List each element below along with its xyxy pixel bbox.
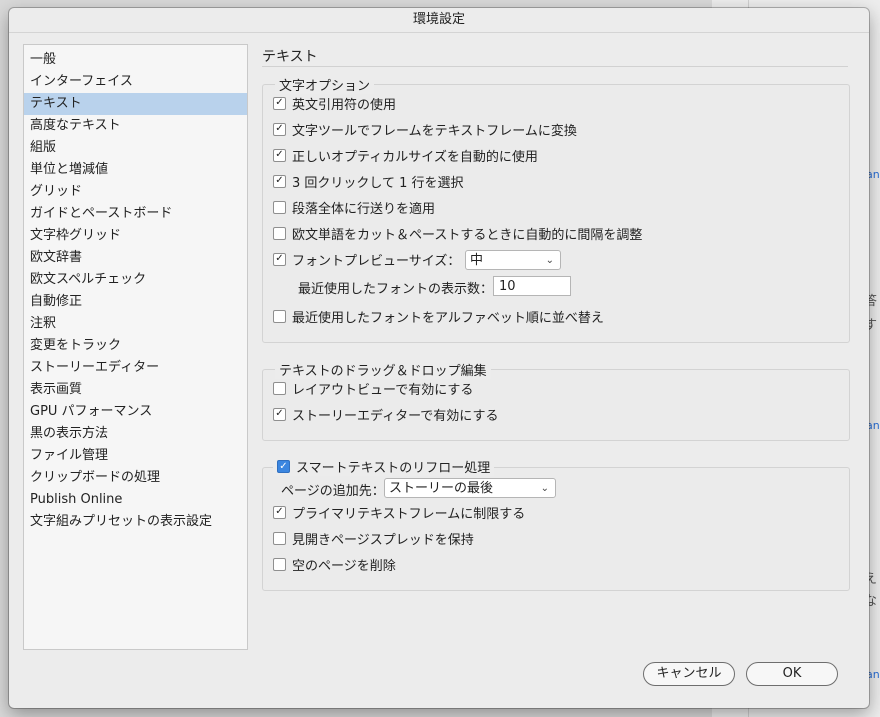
checkbox-checked[interactable]: ✓ <box>273 252 286 266</box>
sidebar-item-gpu-performance[interactable]: GPU パフォーマンス <box>24 401 247 423</box>
recent-fonts-label: 最近使用したフォントの表示数： <box>298 282 494 297</box>
dialog-title: 環境設定 <box>9 8 869 33</box>
delete-empty-pages-label: 空のページを削除 <box>292 558 396 574</box>
sidebar-item-autocorrect[interactable]: 自動修正 <box>24 291 247 313</box>
sidebar-item-appearance-of-black[interactable]: 黒の表示方法 <box>24 423 247 445</box>
drag-drop-layout-view-option[interactable]: レイアウトビューで有効にする <box>273 379 474 398</box>
checkbox-unchecked[interactable] <box>273 200 286 214</box>
delete-empty-pages-option[interactable]: 空のページを削除 <box>273 555 396 574</box>
recent-fonts-count-input[interactable]: 10 <box>493 276 571 296</box>
checkbox-unchecked[interactable] <box>273 557 286 571</box>
checkbox-checked[interactable]: ✓ <box>277 460 290 473</box>
adjust-spacing-option[interactable]: 欧文単語をカット＆ペーストするときに自動的に間隔を調整 <box>273 224 643 243</box>
sidebar-item-spelling[interactable]: 欧文スペルチェック <box>24 269 247 291</box>
preserve-spreads-label: 見開きページスプレッドを保持 <box>292 532 474 548</box>
checkbox-checked[interactable]: ✓ <box>273 148 286 162</box>
checkmark-icon: ✓ <box>279 460 288 472</box>
type-tool-converts-option[interactable]: ✓ 文字ツールでフレームをテキストフレームに変換 <box>273 120 577 139</box>
sidebar-item-dictionary[interactable]: 欧文辞書 <box>24 247 247 269</box>
triple-click-label: 3 回クリックして 1 行を選択 <box>292 175 464 191</box>
sort-fonts-alpha-label: 最近使用したフォントをアルファベット順に並べ替え <box>292 310 604 326</box>
chevron-down-icon: ⌄ <box>540 483 549 494</box>
add-pages-value: ストーリーの最後 <box>389 481 494 496</box>
font-preview-option[interactable]: ✓ フォントプレビューサイズ： <box>273 250 461 269</box>
sidebar-item-notes[interactable]: 注釈 <box>24 313 247 335</box>
type-tool-converts-label: 文字ツールでフレームをテキストフレームに変換 <box>292 123 577 139</box>
leading-whole-paragraph-option[interactable]: 段落全体に行送りを適用 <box>273 198 436 217</box>
checkbox-checked[interactable]: ✓ <box>273 122 286 136</box>
checkbox-checked[interactable]: ✓ <box>273 407 286 421</box>
optical-size-option[interactable]: ✓ 正しいオプティカルサイズを自動的に使用 <box>273 146 538 165</box>
sort-fonts-alpha-option[interactable]: 最近使用したフォントをアルファベット順に並べ替え <box>273 307 604 326</box>
limit-primary-frames-option[interactable]: ✓ プライマリテキストフレームに制限する <box>273 503 526 522</box>
checkmark-icon: ✓ <box>275 408 284 419</box>
sidebar-item-mojikumi-display[interactable]: 文字組みプリセットの表示設定 <box>24 511 247 533</box>
sidebar-item-interface[interactable]: インターフェイス <box>24 71 247 93</box>
sidebar-item-grids[interactable]: グリッド <box>24 181 247 203</box>
checkbox-unchecked[interactable] <box>273 531 286 545</box>
smart-reflow-option[interactable]: ✓ スマートテキストのリフロー処理 <box>273 457 495 476</box>
sidebar-item-units-increments[interactable]: 単位と増減値 <box>24 159 247 181</box>
sidebar-item-guides-pasteboard[interactable]: ガイドとペーストボード <box>24 203 247 225</box>
sidebar-item-advanced-type[interactable]: 高度なテキスト <box>24 115 247 137</box>
checkbox-checked[interactable]: ✓ <box>273 96 286 110</box>
sidebar-item-publish-online[interactable]: Publish Online <box>24 489 247 511</box>
font-preview-label: フォントプレビューサイズ： <box>292 253 461 269</box>
add-pages-label: ページの追加先： <box>281 484 385 499</box>
optical-size-label: 正しいオプティカルサイズを自動的に使用 <box>292 149 538 165</box>
sidebar-item-track-changes[interactable]: 変更をトラック <box>24 335 247 357</box>
drag-drop-story-editor-label: ストーリーエディターで有効にする <box>292 408 499 424</box>
type-options-legend: 文字オプション <box>275 75 375 94</box>
chevron-down-icon: ⌄ <box>545 255 554 266</box>
sidebar-item-composition[interactable]: 組版 <box>24 137 247 159</box>
sidebar-item-story-editor[interactable]: ストーリーエディター <box>24 357 247 379</box>
checkmark-icon: ✓ <box>275 123 284 134</box>
preferences-sidebar: 一般 インターフェイス テキスト 高度なテキスト 組版 単位と増減値 グリッド … <box>23 44 248 650</box>
sidebar-item-frame-grid[interactable]: 文字枠グリッド <box>24 225 247 247</box>
ok-button[interactable]: OK <box>746 662 838 686</box>
checkmark-icon: ✓ <box>275 175 284 186</box>
sidebar-item-file-handling[interactable]: ファイル管理 <box>24 445 247 467</box>
panel-title: テキスト <box>262 49 318 65</box>
limit-primary-frames-label: プライマリテキストフレームに制限する <box>292 506 526 522</box>
checkbox-unchecked[interactable] <box>273 381 286 395</box>
sidebar-item-general[interactable]: 一般 <box>24 49 247 71</box>
add-pages-select[interactable]: ストーリーの最後 ⌄ <box>384 478 556 498</box>
checkmark-icon: ✓ <box>275 149 284 160</box>
checkmark-icon: ✓ <box>275 506 284 517</box>
sidebar-item-display-performance[interactable]: 表示画質 <box>24 379 247 401</box>
leading-whole-paragraph-label: 段落全体に行送りを適用 <box>292 201 436 217</box>
smart-reflow-label: スマートテキストのリフロー処理 <box>296 461 491 476</box>
checkmark-icon: ✓ <box>275 97 284 108</box>
checkbox-unchecked[interactable] <box>273 226 286 240</box>
sidebar-item-clipboard-handling[interactable]: クリップボードの処理 <box>24 467 247 489</box>
cancel-button[interactable]: キャンセル <box>643 662 735 686</box>
preserve-spreads-option[interactable]: 見開きページスプレッドを保持 <box>273 529 474 548</box>
checkmark-icon: ✓ <box>275 253 284 264</box>
smart-quotes-label: 英文引用符の使用 <box>292 97 397 113</box>
checkbox-unchecked[interactable] <box>273 309 286 323</box>
drag-drop-story-editor-option[interactable]: ✓ ストーリーエディターで有効にする <box>273 405 499 424</box>
preferences-dialog: 環境設定 一般 インターフェイス テキスト 高度なテキスト 組版 単位と増減値 … <box>9 8 869 708</box>
font-preview-size-value: 中 <box>470 253 484 268</box>
drag-drop-layout-view-label: レイアウトビューで有効にする <box>292 382 474 398</box>
title-divider <box>262 66 848 67</box>
checkbox-checked[interactable]: ✓ <box>273 174 286 188</box>
sidebar-item-type[interactable]: テキスト <box>24 93 247 115</box>
smart-quotes-option[interactable]: ✓ 英文引用符の使用 <box>273 94 397 113</box>
drag-drop-legend: テキストのドラッグ＆ドロップ編集 <box>275 360 491 379</box>
triple-click-option[interactable]: ✓ 3 回クリックして 1 行を選択 <box>273 172 464 191</box>
font-preview-size-select[interactable]: 中 ⌄ <box>465 250 561 270</box>
adjust-spacing-label: 欧文単語をカット＆ペーストするときに自動的に間隔を調整 <box>292 227 643 243</box>
checkbox-checked[interactable]: ✓ <box>273 505 286 519</box>
